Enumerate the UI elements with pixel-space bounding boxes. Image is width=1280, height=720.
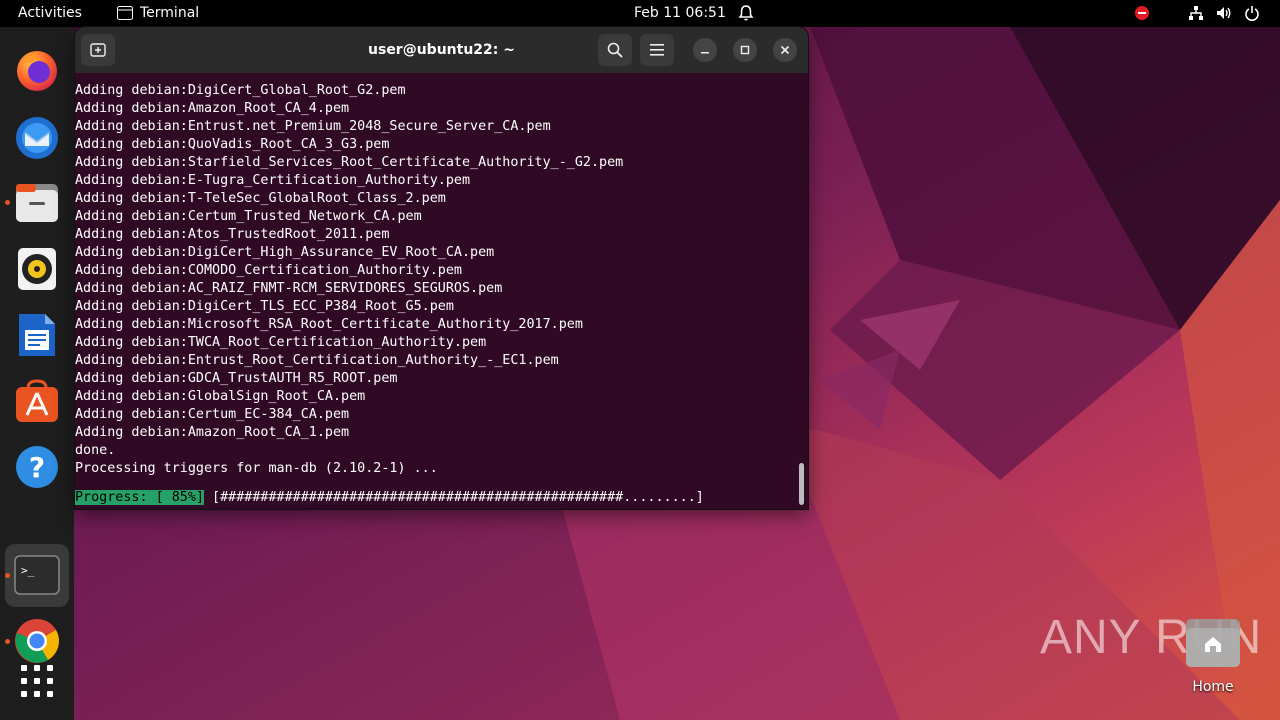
activities-button[interactable]: Activities bbox=[18, 5, 82, 21]
libreoffice-writer-icon bbox=[19, 314, 55, 356]
close-icon bbox=[780, 45, 790, 55]
progress-bar: [#######################################… bbox=[204, 490, 704, 505]
terminal-line: Adding debian:TWCA_Root_Certification_Au… bbox=[75, 335, 487, 350]
top-bar: Activities Terminal Feb 11 06:51 bbox=[0, 0, 1280, 27]
menu-button[interactable] bbox=[640, 34, 674, 66]
terminal-running-indicator bbox=[5, 573, 10, 578]
dock-help[interactable]: ? bbox=[11, 441, 63, 493]
maximize-button[interactable] bbox=[733, 38, 757, 62]
search-button[interactable] bbox=[598, 34, 632, 66]
terminal-line: Adding debian:DigiCert_High_Assurance_EV… bbox=[75, 245, 495, 260]
hamburger-menu-icon bbox=[650, 44, 664, 56]
clock[interactable]: Feb 11 06:51 bbox=[634, 5, 726, 21]
dock-rhythmbox[interactable] bbox=[11, 243, 63, 295]
terminal-line: Adding debian:DigiCert_TLS_ECC_P384_Root… bbox=[75, 299, 454, 314]
svg-text:>_: >_ bbox=[21, 564, 35, 577]
files-icon bbox=[16, 184, 58, 222]
app-menu-terminal[interactable]: Terminal bbox=[117, 5, 199, 21]
terminal-window[interactable]: user@ubuntu22: ~ Adding debian:DigiCert_… bbox=[75, 27, 808, 509]
system-tray[interactable] bbox=[1134, 5, 1260, 21]
maximize-icon bbox=[740, 45, 750, 55]
terminal-line: Adding debian:Amazon_Root_CA_1.pem bbox=[75, 425, 350, 440]
terminal-line: Adding debian:Starfield_Services_Root_Ce… bbox=[75, 155, 624, 170]
help-icon: ? bbox=[16, 446, 58, 488]
terminal-line: Adding debian:COMODO_Certification_Autho… bbox=[75, 263, 462, 278]
terminal-line: Processing triggers for man-db (2.10.2-1… bbox=[75, 461, 438, 476]
terminal-line: Adding debian:T-TeleSec_GlobalRoot_Class… bbox=[75, 191, 446, 206]
dock-app-center[interactable] bbox=[11, 375, 63, 427]
dock-thunderbird[interactable] bbox=[11, 111, 63, 163]
terminal-icon: >_ bbox=[14, 555, 60, 595]
rhythmbox-icon bbox=[18, 248, 56, 290]
progress-label: Progress: [ 85%] bbox=[75, 490, 204, 505]
terminal-line: Adding debian:Amazon_Root_CA_4.pem bbox=[75, 101, 350, 116]
power-icon[interactable] bbox=[1244, 5, 1260, 21]
terminal-line: done. bbox=[75, 443, 116, 458]
terminal-headerbar[interactable]: user@ubuntu22: ~ bbox=[75, 27, 808, 73]
firefox-icon bbox=[17, 51, 57, 91]
close-button[interactable] bbox=[773, 38, 797, 62]
files-running-indicator bbox=[5, 200, 10, 205]
terminal-line: Adding debian:GlobalSign_Root_CA.pem bbox=[75, 389, 366, 404]
do-not-disturb-icon[interactable] bbox=[1134, 5, 1150, 21]
terminal-line: Adding debian:Entrust.net_Premium_2048_S… bbox=[75, 119, 551, 134]
dock-libreoffice-writer[interactable] bbox=[11, 309, 63, 361]
terminal-line: Adding debian:Certum_EC-384_CA.pem bbox=[75, 407, 350, 422]
app-menu-label: Terminal bbox=[140, 5, 200, 21]
apt-progress-line: Progress: [ 85%] [######################… bbox=[75, 489, 704, 507]
dock-firefox[interactable] bbox=[11, 44, 63, 96]
terminal-line: Adding debian:E-Tugra_Certification_Auth… bbox=[75, 173, 471, 188]
notification-bell-icon[interactable] bbox=[738, 4, 754, 26]
thunderbird-icon bbox=[16, 117, 58, 159]
dock-terminal[interactable]: >_ bbox=[11, 549, 63, 601]
volume-icon[interactable] bbox=[1216, 5, 1232, 21]
network-icon[interactable] bbox=[1188, 5, 1204, 21]
search-icon bbox=[607, 42, 623, 58]
terminal-line: Adding debian:DigiCert_Global_Root_G2.pe… bbox=[75, 83, 406, 98]
home-folder-icon[interactable] bbox=[1185, 618, 1241, 668]
app-center-icon bbox=[16, 379, 58, 422]
dock: ? >_ bbox=[0, 27, 74, 720]
terminal-line: Adding debian:GDCA_TrustAUTH_R5_ROOT.pem bbox=[75, 371, 398, 386]
minimize-icon bbox=[701, 52, 709, 54]
terminal-line: Adding debian:Entrust_Root_Certification… bbox=[75, 353, 559, 368]
minimize-button[interactable] bbox=[693, 38, 717, 62]
dock-show-apps[interactable] bbox=[11, 655, 63, 707]
terminal-scrollbar[interactable] bbox=[799, 463, 804, 505]
home-folder-label[interactable]: Home bbox=[1175, 679, 1251, 695]
svg-text:?: ? bbox=[29, 451, 45, 484]
terminal-line: Adding debian:Atos_TrustedRoot_2011.pem bbox=[75, 227, 390, 242]
dock-files[interactable] bbox=[11, 177, 63, 229]
chrome-running-indicator bbox=[5, 639, 10, 644]
terminal-line: Adding debian:Microsoft_RSA_Root_Certifi… bbox=[75, 317, 583, 332]
show-apps-icon bbox=[21, 665, 53, 697]
terminal-app-icon bbox=[117, 6, 133, 20]
terminal-output[interactable]: Adding debian:DigiCert_Global_Root_G2.pe… bbox=[75, 82, 800, 509]
terminal-line: Adding debian:Certum_Trusted_Network_CA.… bbox=[75, 209, 422, 224]
terminal-line: Adding debian:AC_RAIZ_FNMT-RCM_SERVIDORE… bbox=[75, 281, 503, 296]
terminal-line: Adding debian:QuoVadis_Root_CA_3_G3.pem bbox=[75, 137, 390, 152]
